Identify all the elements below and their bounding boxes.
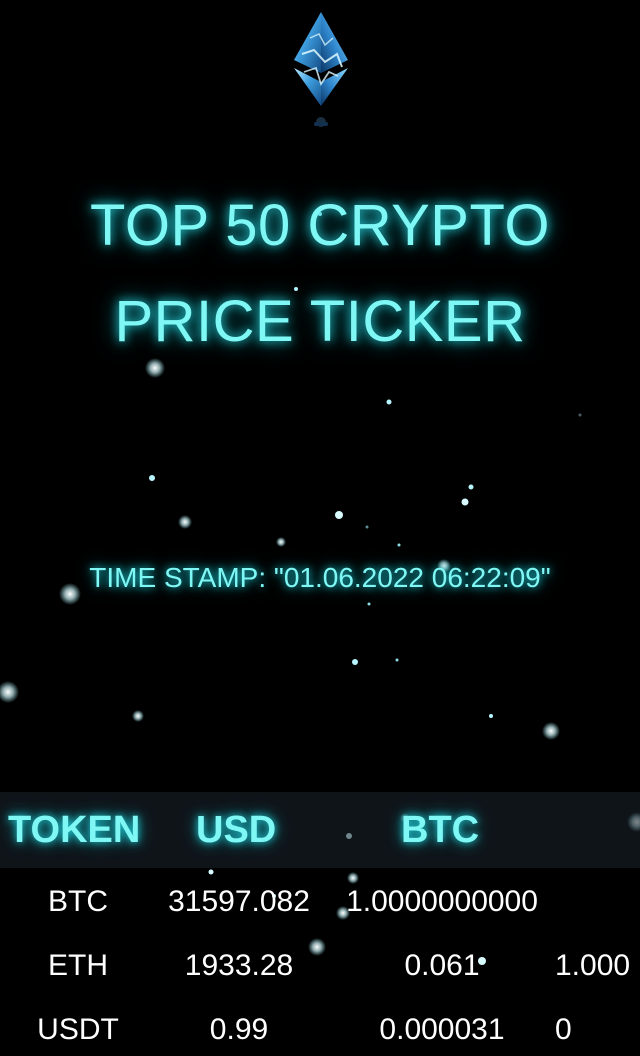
token-cell: BTC [48,885,108,918]
table-header-row: TOKEN USD BTC [0,792,640,868]
star [578,413,582,417]
token-cell: USDT [37,1013,119,1046]
star [542,722,560,740]
btc-cell: 0.000031 [379,1013,505,1046]
star [397,543,401,547]
star [0,681,19,703]
star [335,511,343,519]
usd-cell: 1933.28 [184,949,294,982]
star [132,710,144,722]
star [365,525,369,529]
usd-column-header: USD [196,809,277,851]
timestamp-label: TIME STAMP: "01.06.2022 06:22:09" [89,562,551,593]
title-line-1: TOP 50 CRYPTO [90,193,550,258]
table-row: USDT 0.99 0.000031 0 [0,998,640,1056]
btc-column-header: BTC [401,809,480,851]
ethereum-crystal-icon [294,12,348,127]
star [468,484,474,490]
table-row: BTC 31597.082 1.0000000000 [0,870,640,934]
star [352,659,358,665]
table-row: ETH 1933.28 0.061 1.000 [0,934,640,998]
star [367,602,371,606]
star [461,498,469,506]
star [149,475,155,481]
price-table: TOKEN USD BTC BTC 31597.082 1.0000000000… [0,792,640,1056]
next-cell: 0 [555,1013,572,1046]
token-cell: ETH [48,949,108,982]
page-title: TOP 50 CRYPTO PRICE TICKER [0,178,640,370]
usd-cell: 31597.082 [168,885,310,918]
token-column-header: TOKEN [8,809,141,851]
star [178,515,192,529]
title-line-2: PRICE TICKER [114,289,526,354]
star [276,537,286,547]
star [489,714,493,718]
star [395,658,399,662]
star [386,399,392,405]
btc-cell: 0.061 [404,949,480,982]
btc-cell: 1.0000000000 [346,885,538,918]
next-cell: 1.000 [555,949,631,982]
usd-cell: 0.99 [209,1013,269,1046]
